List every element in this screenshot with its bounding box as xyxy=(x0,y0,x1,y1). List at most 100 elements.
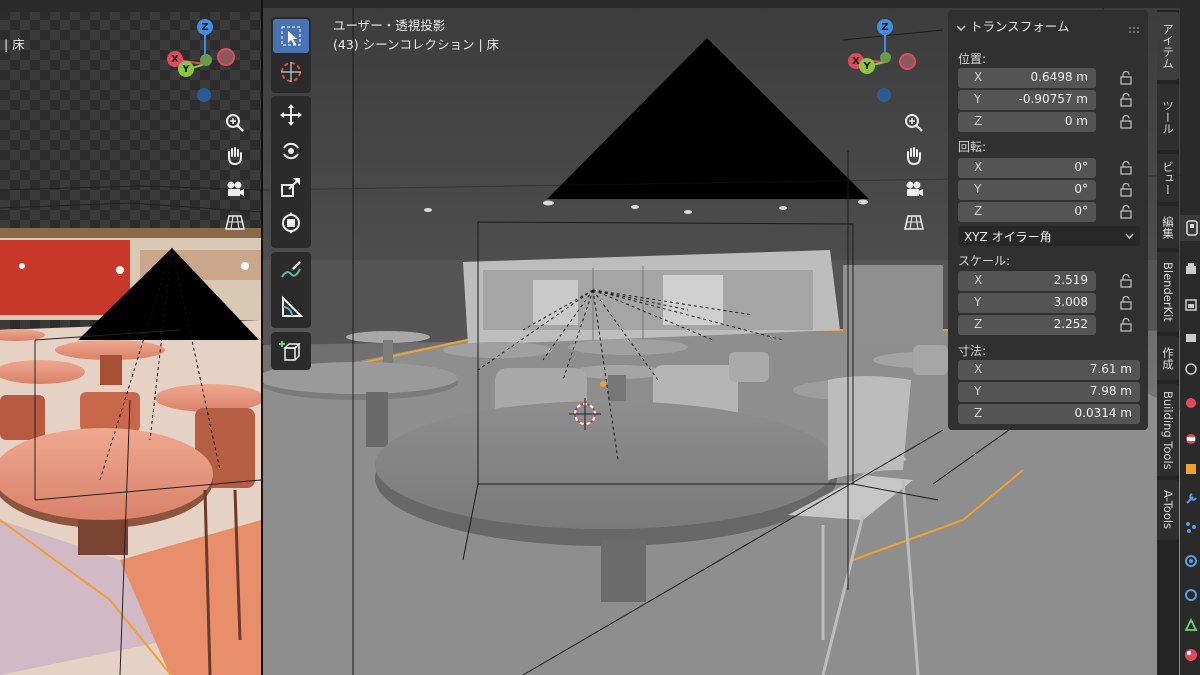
select-box-tool[interactable] xyxy=(273,19,309,53)
left-header-strip xyxy=(0,0,261,12)
transform-panel: トランスフォーム 位置: X 0.6498 m Y -0.90757 m Z0 m … xyxy=(948,10,1148,430)
cursor-icon xyxy=(281,62,301,82)
main-navigation-gizmo[interactable]: Z X Y xyxy=(840,16,930,108)
field-value: 0.6498 m xyxy=(1030,70,1089,84)
toolbar-group-annotate xyxy=(271,252,311,328)
tab-blenderkit[interactable]: BlenderKit xyxy=(1157,252,1179,332)
data-icon[interactable] xyxy=(1184,618,1198,632)
measure-tool[interactable] xyxy=(273,290,309,324)
field-value: 0.0314 m xyxy=(1074,406,1133,420)
viewport-collection-label: (43) シーンコレクション | 床 xyxy=(333,37,500,52)
tab-view[interactable]: ビュー xyxy=(1157,154,1179,202)
field-value: 2.519 xyxy=(1053,273,1088,287)
constraints-icon[interactable] xyxy=(1184,588,1198,602)
dimensions-x-field[interactable]: X 7.61 m xyxy=(958,360,1140,380)
camera-icon[interactable] xyxy=(900,175,928,203)
transform-tool[interactable] xyxy=(273,206,309,240)
zoom-icon[interactable] xyxy=(221,109,249,137)
scale-z-field[interactable]: Z 2.252 xyxy=(958,315,1096,335)
location-y-field[interactable]: Y -0.90757 m xyxy=(958,90,1096,110)
tool-properties-icon[interactable] xyxy=(1180,215,1200,241)
cursor-tool[interactable] xyxy=(273,55,309,89)
toolbar-group-transform xyxy=(271,96,311,248)
gizmo-z-axis[interactable]: Z xyxy=(197,19,213,35)
lock-icon[interactable] xyxy=(1119,93,1133,107)
scale-x-field[interactable]: X 2.519 xyxy=(958,271,1096,291)
collection-icon[interactable] xyxy=(1184,432,1198,446)
location-label: 位置: xyxy=(958,52,987,66)
material-icon[interactable] xyxy=(1184,648,1198,662)
rotation-z-field[interactable]: Z 0° xyxy=(958,202,1096,222)
grid-ortho-icon[interactable] xyxy=(221,208,249,236)
rotation-x-field[interactable]: X 0° xyxy=(958,158,1096,178)
field-value: 0° xyxy=(1074,182,1088,196)
rotation-mode-value: XYZ オイラー角 xyxy=(964,230,1052,244)
tab-edit[interactable]: 編集 xyxy=(1157,206,1179,248)
tab-label: ビュー xyxy=(1161,160,1175,196)
hand-pan-icon[interactable] xyxy=(221,142,249,170)
rotation-mode-dropdown[interactable]: XYZ オイラー角 xyxy=(958,226,1140,246)
tab-a-tools[interactable]: A-Tools xyxy=(1157,480,1179,540)
location-x-field[interactable]: X 0.6498 m xyxy=(958,68,1096,88)
axis-label: X xyxy=(974,362,983,376)
left-navigation-gizmo[interactable]: Z X Y xyxy=(160,18,250,108)
lock-icon[interactable] xyxy=(1119,205,1133,219)
grid-ortho-icon[interactable] xyxy=(900,208,928,236)
scene-icon[interactable] xyxy=(1184,362,1198,376)
scale-tool[interactable] xyxy=(273,170,309,204)
modifier-icon[interactable] xyxy=(1184,492,1198,506)
transform-panel-title[interactable]: トランスフォーム xyxy=(970,16,1069,35)
scale-icon xyxy=(281,178,300,197)
camera-icon[interactable] xyxy=(221,175,249,203)
gizmo-neg-y[interactable] xyxy=(880,52,891,63)
tab-building-tools[interactable]: Building Tools xyxy=(1157,384,1179,476)
lock-icon[interactable] xyxy=(1119,115,1133,129)
gizmo-y-axis[interactable]: Y xyxy=(178,61,194,77)
hand-pan-icon[interactable] xyxy=(900,142,928,170)
lock-icon[interactable] xyxy=(1119,296,1133,310)
tab-create[interactable]: 作成 xyxy=(1157,336,1179,380)
rotation-y-field[interactable]: Y 0° xyxy=(958,180,1096,200)
dimensions-z-field[interactable]: Z 0.0314 m xyxy=(958,404,1140,424)
axis-label: X xyxy=(974,160,983,174)
location-z-field[interactable]: Z 0 m xyxy=(958,112,1096,132)
gizmo-y-axis[interactable]: Y xyxy=(859,58,875,74)
tab-tool[interactable]: ツール xyxy=(1157,84,1179,150)
gizmo-neg-z[interactable] xyxy=(877,88,891,102)
axis-label: Y xyxy=(974,182,982,196)
output-icon[interactable] xyxy=(1184,298,1198,312)
view-layer-icon[interactable] xyxy=(1184,330,1198,344)
lock-icon[interactable] xyxy=(1119,161,1133,175)
lock-icon[interactable] xyxy=(1119,318,1133,332)
world-icon[interactable] xyxy=(1184,396,1198,410)
viewport-perspective-label: ユーザー・透視投影 xyxy=(333,18,446,33)
axis-label: X xyxy=(974,273,983,287)
particles-icon[interactable] xyxy=(1184,520,1198,534)
gizmo-z-axis[interactable]: Z xyxy=(877,19,893,35)
lock-icon[interactable] xyxy=(1119,71,1133,85)
tab-label: BlenderKit xyxy=(1161,262,1175,322)
lock-icon[interactable] xyxy=(1119,183,1133,197)
lock-icon[interactable] xyxy=(1119,274,1133,288)
physics-icon[interactable] xyxy=(1184,554,1198,568)
rotate-tool[interactable] xyxy=(273,134,309,168)
add-cube-tool[interactable] xyxy=(273,334,309,368)
drag-handle-icon[interactable] xyxy=(1128,19,1142,33)
object-icon[interactable] xyxy=(1184,462,1198,476)
axis-label: Z xyxy=(974,114,983,128)
gizmo-neg-x[interactable] xyxy=(899,53,916,70)
gizmo-neg-y[interactable] xyxy=(200,54,212,66)
rotation-label: 回転: xyxy=(958,140,987,154)
gizmo-neg-x[interactable] xyxy=(217,48,235,66)
tab-item[interactable]: アイテム xyxy=(1157,12,1179,80)
tab-label: A-Tools xyxy=(1161,490,1175,530)
zoom-icon[interactable] xyxy=(900,109,928,137)
dimensions-y-field[interactable]: Y 7.98 m xyxy=(958,382,1140,402)
annotate-tool[interactable] xyxy=(273,254,309,288)
collapse-chevron-icon[interactable] xyxy=(956,18,966,32)
scale-y-field[interactable]: Y 3.008 xyxy=(958,293,1096,313)
gizmo-neg-z[interactable] xyxy=(197,88,211,102)
left-viewport[interactable]: | 床 Z X Y xyxy=(0,0,261,675)
render-icon[interactable] xyxy=(1184,262,1198,276)
move-tool[interactable] xyxy=(273,98,309,132)
